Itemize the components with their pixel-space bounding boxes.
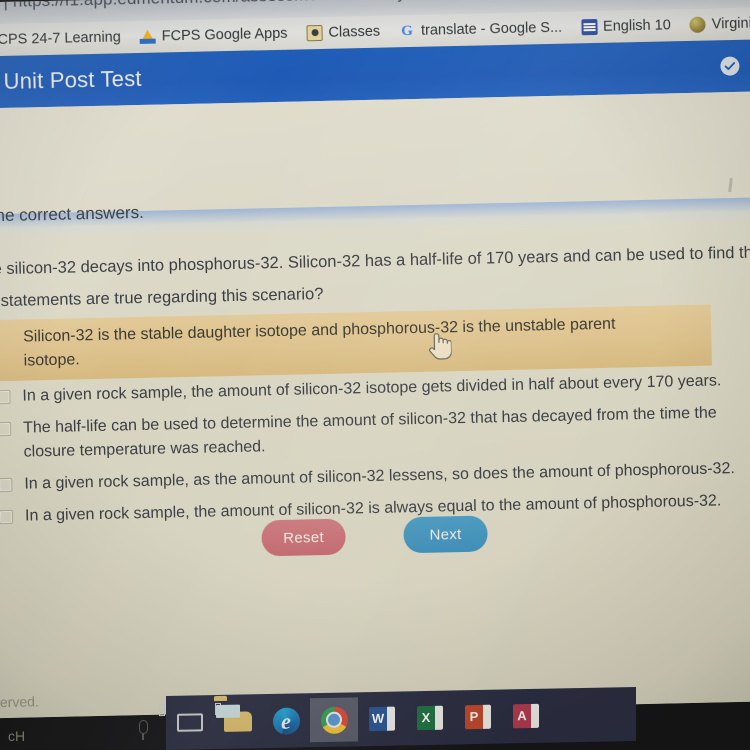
bookmark-virginia[interactable]: Virginia S xyxy=(689,15,750,33)
checkbox-icon[interactable] xyxy=(0,477,13,493)
check-circle-icon[interactable] xyxy=(720,56,740,76)
bookmark-label: Virginia S xyxy=(711,15,750,33)
checkbox-icon[interactable] xyxy=(0,509,14,525)
computer-screen: JS] | https://f1.app.edmentum.com/assess… xyxy=(0,0,750,719)
powerpoint-icon: P xyxy=(465,704,491,730)
photo-of-screen: JS] | https://f1.app.edmentum.com/assess… xyxy=(0,0,750,750)
assessment-content: ll the correct answers. tope silicon-32 … xyxy=(0,91,750,719)
taskbar-file-explorer[interactable] xyxy=(214,699,262,744)
word-icon: W xyxy=(369,706,395,732)
chrome-icon xyxy=(320,706,348,734)
bookmark-label: FCPS Google Apps xyxy=(161,25,288,45)
bookmark-classes[interactable]: Classes xyxy=(306,24,380,42)
google-drive-icon xyxy=(139,29,156,44)
windows-taskbar: e W X P A xyxy=(166,686,636,750)
taskbar-microsoft-access[interactable]: A xyxy=(502,694,550,739)
taskbar-microsoft-excel[interactable]: X xyxy=(406,695,454,740)
taskbar-google-chrome[interactable] xyxy=(310,697,358,743)
instruction-text: ll the correct answers. xyxy=(0,202,145,226)
search-text-fragment: cH xyxy=(8,728,26,744)
taskbar-internet-explorer[interactable]: e xyxy=(262,698,310,743)
scrollbar-thumb[interactable] xyxy=(728,177,733,193)
classes-icon xyxy=(306,24,323,42)
access-icon: A xyxy=(513,703,539,729)
reset-button[interactable]: Reset xyxy=(261,518,346,557)
bookmark-fcps-24-7-learning[interactable]: FCPS 24-7 Learning xyxy=(0,29,121,48)
taskbar-microsoft-powerpoint[interactable]: P xyxy=(454,695,502,740)
edge-icon: e xyxy=(272,706,300,735)
google-icon: G xyxy=(401,22,414,40)
virginia-icon xyxy=(689,16,706,33)
page-title: Unit Post Test xyxy=(3,65,142,94)
bookmark-label: FCPS 24-7 Learning xyxy=(0,29,122,49)
next-button[interactable]: Next xyxy=(403,515,488,554)
taskbar-task-view[interactable] xyxy=(166,700,214,745)
bookmark-english-10[interactable]: English 10 xyxy=(580,17,671,36)
checkbox-icon[interactable] xyxy=(0,389,11,405)
bookmark-label: English 10 xyxy=(602,17,671,35)
bookmark-label: Classes xyxy=(328,23,381,41)
excel-icon: X xyxy=(417,705,443,731)
english-icon xyxy=(580,18,598,36)
taskbar-microsoft-word[interactable]: W xyxy=(358,696,406,741)
folder-icon xyxy=(224,711,252,732)
task-view-icon xyxy=(177,713,203,732)
microphone-icon[interactable] xyxy=(139,720,148,740)
answer-options-list: Silicon-32 is the stable daughter isotop… xyxy=(0,303,750,534)
bookmark-label: translate - Google S... xyxy=(420,19,563,39)
checkbox-icon[interactable] xyxy=(0,421,12,437)
answer-option-label: Silicon-32 is the stable daughter isotop… xyxy=(22,315,616,370)
bookmark-fcps-google-apps[interactable]: FCPS Google Apps xyxy=(139,25,288,45)
bookmark-translate-google[interactable]: G translate - Google S... xyxy=(399,20,562,40)
copyright-text: eserved. xyxy=(0,693,39,711)
